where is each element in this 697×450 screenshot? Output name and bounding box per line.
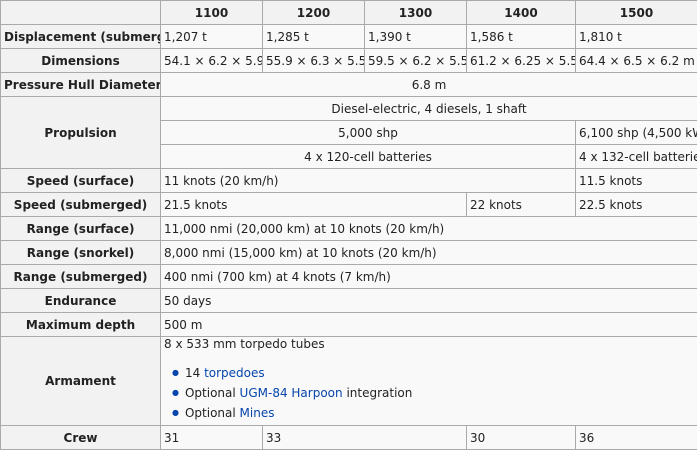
mines-link[interactable]: Mines — [240, 406, 275, 420]
range-surface-value: 11,000 nmi (20,000 km) at 10 knots (20 k… — [160, 216, 697, 241]
corner-cell — [0, 0, 161, 25]
displacement-1400: 1,586 t — [466, 24, 576, 49]
max-depth-value: 500 m — [160, 312, 697, 337]
speed-surface-main: 11 knots (20 km/h) — [160, 168, 576, 193]
crew-1500: 36 — [575, 425, 697, 450]
row-label-dimensions: Dimensions — [0, 48, 161, 73]
table-row-pressure-hull: Pressure Hull Diameter 6.8 m — [0, 72, 697, 97]
torpedoes-link[interactable]: torpedoes — [204, 366, 265, 380]
row-label-range-submerged: Range (submerged) — [0, 264, 161, 289]
row-label-endurance: Endurance — [0, 288, 161, 313]
row-label-pressure-hull: Pressure Hull Diameter — [0, 72, 161, 97]
list-item: ● Optional Mines — [172, 403, 694, 423]
speed-submerged-main: 21.5 knots — [160, 192, 467, 217]
displacement-1500: 1,810 t — [575, 24, 697, 49]
column-header-1400: 1400 — [466, 0, 576, 25]
dimensions-1300: 59.5 × 6.2 × 5.5 m — [364, 48, 467, 73]
propulsion-batteries-1500: 4 x 132-cell batteries — [575, 144, 697, 169]
armament-item-prefix: Optional — [184, 406, 240, 420]
armament-list: ● 14 torpedoes ● Optional UGM-84 Harpoon i… — [164, 363, 694, 423]
range-submerged-value: 400 nmi (700 km) at 4 knots (7 km/h) — [160, 264, 697, 289]
dimensions-1100: 54.1 × 6.2 × 5.9 m — [160, 48, 263, 73]
endurance-value: 50 days — [160, 288, 697, 313]
speed-submerged-1500: 22.5 knots — [575, 192, 697, 217]
table-row-range-submerged: Range (submerged) 400 nmi (700 km) at 4 … — [0, 264, 697, 289]
list-item: ● 14 torpedoes — [172, 363, 694, 383]
table-row-range-surface: Range (surface) 11,000 nmi (20,000 km) a… — [0, 216, 697, 241]
row-label-crew: Crew — [0, 425, 161, 450]
specifications-table: 1100 1200 1300 1400 1500 Displacement (s… — [0, 0, 697, 450]
table-row-speed-surface: Speed (surface) 11 knots (20 km/h) 11.5 … — [0, 168, 697, 193]
speed-submerged-1400: 22 knots — [466, 192, 576, 217]
table-row-speed-submerged: Speed (submerged) 21.5 knots 22 knots 22… — [0, 192, 697, 217]
dimensions-1400: 61.2 × 6.25 × 5.5 m — [466, 48, 576, 73]
bullet-icon: ● — [172, 368, 179, 377]
row-label-range-surface: Range (surface) — [0, 216, 161, 241]
bullet-icon: ● — [172, 388, 179, 397]
row-label-max-depth: Maximum depth — [0, 312, 161, 337]
row-label-propulsion: Propulsion — [0, 96, 161, 169]
table-row-dimensions: Dimensions 54.1 × 6.2 × 5.9 m 55.9 × 6.3… — [0, 48, 697, 73]
row-label-armament: Armament — [0, 336, 161, 426]
dimensions-1500: 64.4 × 6.5 × 6.2 m — [575, 48, 697, 73]
pressure-hull-value: 6.8 m — [160, 72, 697, 97]
bullet-icon: ● — [172, 408, 179, 417]
armament-item-prefix: 14 — [184, 366, 205, 380]
table-row-range-snorkel: Range (snorkel) 8,000 nmi (15,000 km) at… — [0, 240, 697, 265]
row-label-displacement: Displacement (submerged) — [0, 24, 161, 49]
row-label-speed-submerged: Speed (submerged) — [0, 192, 161, 217]
range-snorkel-value: 8,000 nmi (15,000 km) at 10 knots (20 km… — [160, 240, 697, 265]
armament-item-prefix: Optional — [184, 386, 240, 400]
column-header-1300: 1300 — [364, 0, 467, 25]
displacement-1200: 1,285 t — [262, 24, 365, 49]
propulsion-type: Diesel-electric, 4 diesels, 1 shaft — [160, 96, 697, 121]
table-row-crew: Crew 31 33 30 36 — [0, 425, 697, 450]
table-row-displacement: Displacement (submerged) 1,207 t 1,285 t… — [0, 24, 697, 49]
armament-tubes: 8 x 533 mm torpedo tubes — [164, 337, 325, 352]
row-label-range-snorkel: Range (snorkel) — [0, 240, 161, 265]
displacement-1300: 1,390 t — [364, 24, 467, 49]
table-row-max-depth: Maximum depth 500 m — [0, 312, 697, 337]
propulsion-power-1500: 6,100 shp (4,500 kW) — [575, 120, 697, 145]
propulsion-batteries-main: 4 x 120-cell batteries — [160, 144, 576, 169]
armament-item-suffix: integration — [342, 386, 413, 400]
armament-cell: 8 x 533 mm torpedo tubes ● 14 torpedoes ●… — [160, 336, 697, 426]
table-row-endurance: Endurance 50 days — [0, 288, 697, 313]
propulsion-power-main: 5,000 shp — [160, 120, 576, 145]
column-header-1100: 1100 — [160, 0, 263, 25]
crew-1200-1300: 33 — [262, 425, 467, 450]
crew-1400: 30 — [466, 425, 576, 450]
list-item: ● Optional UGM-84 Harpoon integration — [172, 383, 694, 403]
column-header-1200: 1200 — [262, 0, 365, 25]
table-row-armament: Armament 8 x 533 mm torpedo tubes ● 14 to… — [0, 336, 697, 426]
table-row-propulsion-type: Propulsion Diesel-electric, 4 diesels, 1… — [0, 96, 697, 169]
row-label-speed-surface: Speed (surface) — [0, 168, 161, 193]
dimensions-1200: 55.9 × 6.3 × 5.5 m — [262, 48, 365, 73]
speed-surface-1500: 11.5 knots — [575, 168, 697, 193]
column-header-1500: 1500 — [575, 0, 697, 25]
header-row: 1100 1200 1300 1400 1500 — [0, 0, 697, 25]
displacement-1100: 1,207 t — [160, 24, 263, 49]
harpoon-link[interactable]: UGM-84 Harpoon — [240, 386, 343, 400]
crew-1100: 31 — [160, 425, 263, 450]
